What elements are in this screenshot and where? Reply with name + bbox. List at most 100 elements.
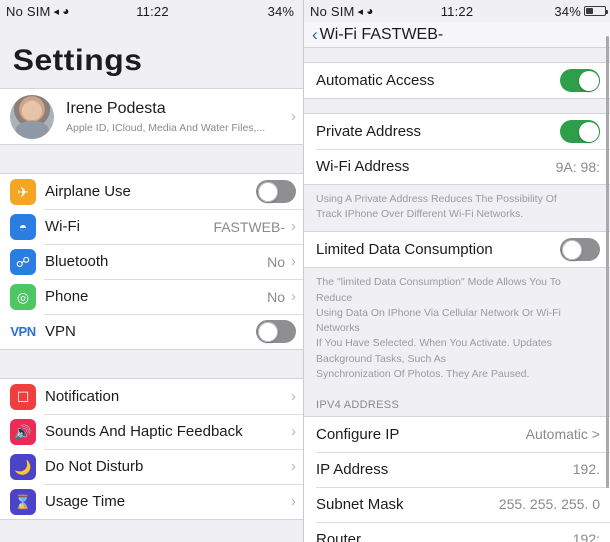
ip-address-row: IP Address 192. [304, 451, 610, 487]
sidebar-item-usage-time[interactable]: ⌛ Usage Time › [0, 484, 305, 519]
back-chevron-icon[interactable]: ‹ [312, 26, 318, 43]
profile-subtitle: Apple ID, ICloud, Media And Water Files,… [66, 121, 266, 134]
section-gap [304, 48, 610, 62]
chevron-right-icon: › [291, 288, 296, 305]
limited-note-line-1: The "limited Data Consumption" Mode Allo… [316, 276, 561, 304]
row-label: Do Not Disturb [45, 458, 144, 475]
group-separator [0, 350, 305, 378]
sidebar-item-airplane-use[interactable]: ✈ Airplane Use [0, 174, 305, 209]
vertical-scrollbar[interactable] [606, 36, 609, 488]
profile-text: Irene Podesta Apple ID, ICloud, Media An… [66, 99, 291, 133]
router-label: Router [316, 530, 362, 542]
sidebar-item-bluetooth[interactable]: ☍ Bluetooth No › [0, 244, 305, 279]
sidebar-item-vpn[interactable]: VPN VPN [0, 314, 305, 349]
bluetooth-icon: ☍ [10, 248, 36, 275]
private-note-line-1: Using A Private Address Reduces The Poss… [316, 193, 557, 205]
row-label: Phone [45, 288, 89, 305]
wifi-address-row: Wi-Fi Address 9A: 98: [304, 149, 610, 184]
limited-data-toggle[interactable] [560, 238, 600, 262]
automatic-access-toggle[interactable] [560, 69, 600, 92]
wifi-address-label: Wi-Fi Address [316, 158, 410, 175]
router-row: Router 192: [304, 521, 610, 542]
hotspot-icon: ◎ [10, 283, 36, 310]
status-bar-time: 11:22 [136, 3, 169, 19]
page-title: Settings [12, 44, 143, 77]
row-value: No [267, 253, 285, 270]
chevron-right-icon: › [291, 388, 296, 405]
group-separator [0, 145, 305, 173]
airplane-icon: ✈ [10, 178, 36, 205]
chevron-right-icon: › [291, 108, 296, 125]
limited-note-line-5: Synchronization Of Photos. They Are Paus… [316, 367, 530, 380]
sidebar-item-phone[interactable]: ◎ Phone No › [0, 279, 305, 314]
subnet-mask-value: 255. 255. 255. 0 [498, 496, 600, 513]
configure-ip-label: Configure IP [316, 425, 400, 443]
row-label: Bluetooth [45, 253, 109, 270]
status-bar-battery-group: 34% [554, 3, 608, 19]
limited-data-label: Limited Data Consumption [316, 241, 493, 259]
ipv4-section-header: IPV4 ADDRESS [304, 390, 610, 416]
router-value: 192: [572, 531, 600, 542]
back-button-label[interactable]: Wi-Fi FASTWEB- [320, 26, 444, 44]
connectivity-group: ✈ Airplane Use ◓ Wi-Fi FASTWEB- › ☍ Blue… [0, 173, 305, 350]
row-label: VPN [45, 323, 76, 340]
configure-ip-row[interactable]: Configure IP Automatic > [304, 416, 610, 452]
limited-note-line-4: Background Tasks, Such As [316, 352, 446, 365]
limited-data-note: The "limited Data Consumption" Mode Allo… [304, 268, 610, 391]
private-address-label: Private Address [316, 123, 422, 140]
vpn-icon: VPN [10, 324, 36, 339]
automatic-access-label: Automatic Access [316, 72, 435, 89]
row-value: No [267, 288, 285, 305]
row-label: Notification [45, 388, 120, 405]
row-label: Wi-Fi [45, 218, 80, 235]
battery-percent-label: 34% [554, 3, 581, 19]
battery-percent-label: 34% [267, 3, 295, 19]
row-label: Usage Time [45, 493, 126, 510]
limited-data-group: Limited Data Consumption [304, 231, 610, 269]
sidebar-item-sounds-and-haptic-feedback[interactable]: 🔊 Sounds And Haptic Feedback › [0, 414, 305, 449]
avatar [10, 94, 54, 139]
moon-icon: 🌙 [10, 453, 36, 480]
sounds-icon: 🔊 [10, 418, 36, 445]
airplane-use-toggle[interactable] [256, 180, 296, 203]
wifi-address-value: 9A: 98: [555, 158, 600, 175]
private-address-toggle[interactable] [560, 120, 600, 143]
chevron-right-icon: › [291, 423, 296, 440]
private-address-row[interactable]: Private Address [304, 114, 610, 149]
ip-address-label: IP Address [316, 460, 389, 478]
automatic-access-group: Automatic Access [304, 62, 610, 99]
limited-data-row[interactable]: Limited Data Consumption [304, 232, 610, 268]
chevron-right-icon: › [291, 218, 296, 235]
chevron-right-icon: › [291, 458, 296, 475]
wifi-detail-panel: No SIM ◂ ◕ 11:22 34% ‹ Wi-Fi FASTWEB- Au… [303, 0, 610, 542]
ipv4-group: Configure IP Automatic > IP Address 192.… [304, 415, 610, 542]
subnet-mask-row: Subnet Mask 255. 255. 255. 0 [304, 486, 610, 522]
automatic-access-row[interactable]: Automatic Access [304, 63, 610, 98]
battery-icon [584, 6, 608, 16]
settings-panel: No SIM ◂ ◕ 11:22 34% Settings Irene Pode… [0, 0, 305, 542]
alerts-group: ☐ Notification › 🔊 Sounds And Haptic Fee… [0, 378, 305, 520]
battery-icon [297, 4, 301, 19]
row-label: Airplane Use [45, 183, 131, 200]
screen: No SIM ◂ ◕ 11:22 34% Settings Irene Pode… [0, 0, 610, 542]
hourglass-icon: ⌛ [10, 488, 36, 515]
sidebar-item-wifi[interactable]: ◓ Wi-Fi FASTWEB- › [0, 209, 305, 244]
limited-note-line-3: If You Have Selected. When You Activate.… [316, 337, 552, 350]
chevron-right-icon: › [291, 253, 296, 270]
private-note-line-2: Track IPhone Over Different Wi-Fi Networ… [316, 208, 524, 221]
status-bar-left: No SIM ◂ ◕ 11:22 34% [0, 0, 305, 22]
private-address-note: Using A Private Address Reduces The Poss… [304, 185, 610, 232]
ip-address-value: 192. [572, 461, 600, 478]
profile-row[interactable]: Irene Podesta Apple ID, ICloud, Media An… [0, 89, 305, 144]
notification-icon: ☐ [10, 383, 36, 410]
private-address-group: Private Address Wi-Fi Address 9A: 98: [304, 113, 610, 185]
limited-note-line-2: Using Data On IPhone Via Cellular Networ… [316, 306, 561, 335]
subnet-mask-label: Subnet Mask [316, 495, 404, 513]
sidebar-item-do-not-disturb[interactable]: 🌙 Do Not Disturb › [0, 449, 305, 484]
configure-ip-value: Automatic > [525, 426, 600, 443]
profile-group: Irene Podesta Apple ID, ICloud, Media An… [0, 88, 305, 145]
section-gap [304, 99, 610, 113]
row-label: Sounds And Haptic Feedback [45, 423, 243, 440]
vpn-toggle[interactable] [256, 320, 296, 343]
sidebar-item-notification[interactable]: ☐ Notification › [0, 379, 305, 414]
